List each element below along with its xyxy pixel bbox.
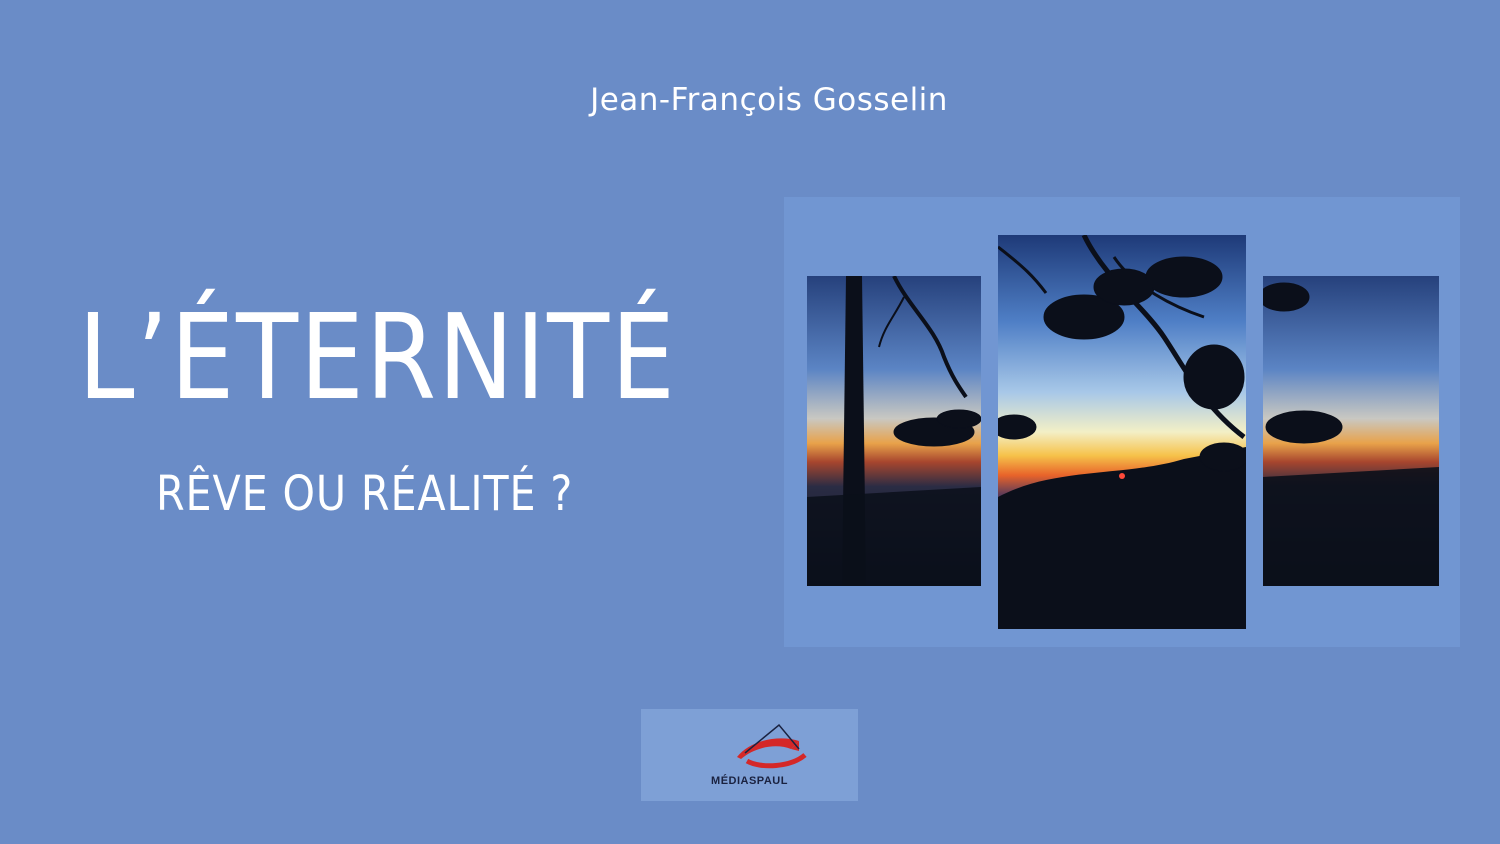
publisher-logo: MÉDIASPAUL [641, 709, 858, 801]
mediaspaul-logo-icon [737, 723, 807, 769]
sunset-triptych-image [807, 235, 1439, 629]
book-title: L’ÉTERNITÉ [78, 288, 677, 426]
author-name: Jean-François Gosselin [590, 82, 948, 118]
publisher-name: MÉDIASPAUL [711, 775, 788, 787]
book-subtitle: RÊVE OU RÉALITÉ ? [156, 466, 574, 522]
book-cover: Jean-François Gosselin L’ÉTERNITÉ RÊVE O… [0, 0, 1500, 844]
sunset-triptych-photo [784, 197, 1460, 647]
